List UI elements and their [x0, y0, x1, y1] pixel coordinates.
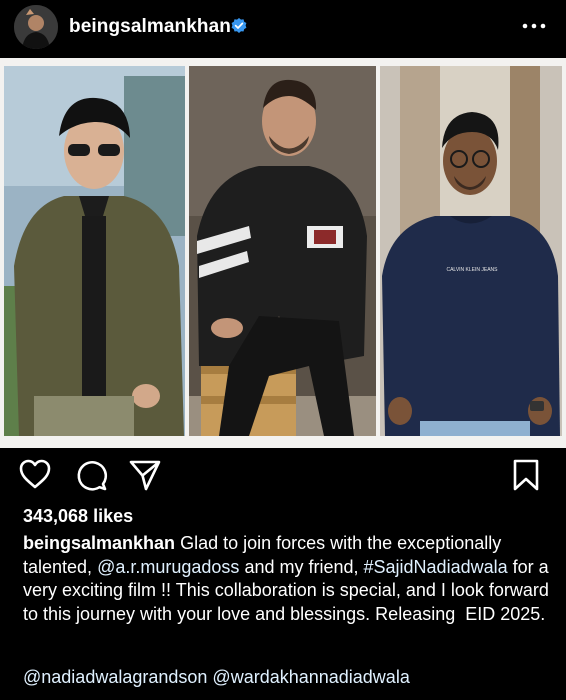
send-icon[interactable]: [128, 458, 162, 492]
avatar[interactable]: [14, 5, 58, 49]
post-author-username[interactable]: beingsalmankhan: [69, 16, 231, 38]
image-panel-center: [189, 66, 376, 436]
avatar-image: [14, 5, 58, 49]
image-panel-left: [4, 66, 185, 436]
heart-icon[interactable]: [18, 458, 52, 490]
mention-link[interactable]: @a.r.murugadoss: [97, 557, 239, 577]
post-image[interactable]: CALVIN KLEIN JEANS: [0, 58, 566, 448]
mention-link[interactable]: @nadiadwalagrandson: [23, 667, 207, 687]
more-options-icon[interactable]: [521, 18, 547, 34]
likes-count[interactable]: 343,068 likes: [23, 506, 133, 527]
post-header: beingsalmankhan: [0, 0, 566, 58]
bookmark-icon[interactable]: [512, 458, 540, 492]
comment-icon[interactable]: [74, 458, 108, 492]
image-panel-right: CALVIN KLEIN JEANS: [380, 66, 562, 436]
caption-username[interactable]: beingsalmankhan: [23, 533, 175, 553]
verified-badge-icon: [231, 18, 247, 33]
tagged-mentions: @nadiadwalagrandson @wardakhannadiadwala: [23, 666, 553, 689]
post-caption: beingsalmankhan Glad to join forces with…: [23, 532, 553, 626]
caption-text: and my friend,: [244, 556, 359, 577]
post-actions: [0, 452, 566, 498]
sweater-logo: CALVIN KLEIN JEANS: [446, 267, 498, 273]
mention-link[interactable]: @wardakhannadiadwala: [212, 667, 409, 687]
hashtag-link[interactable]: #SajidNadiadwala: [364, 557, 508, 577]
